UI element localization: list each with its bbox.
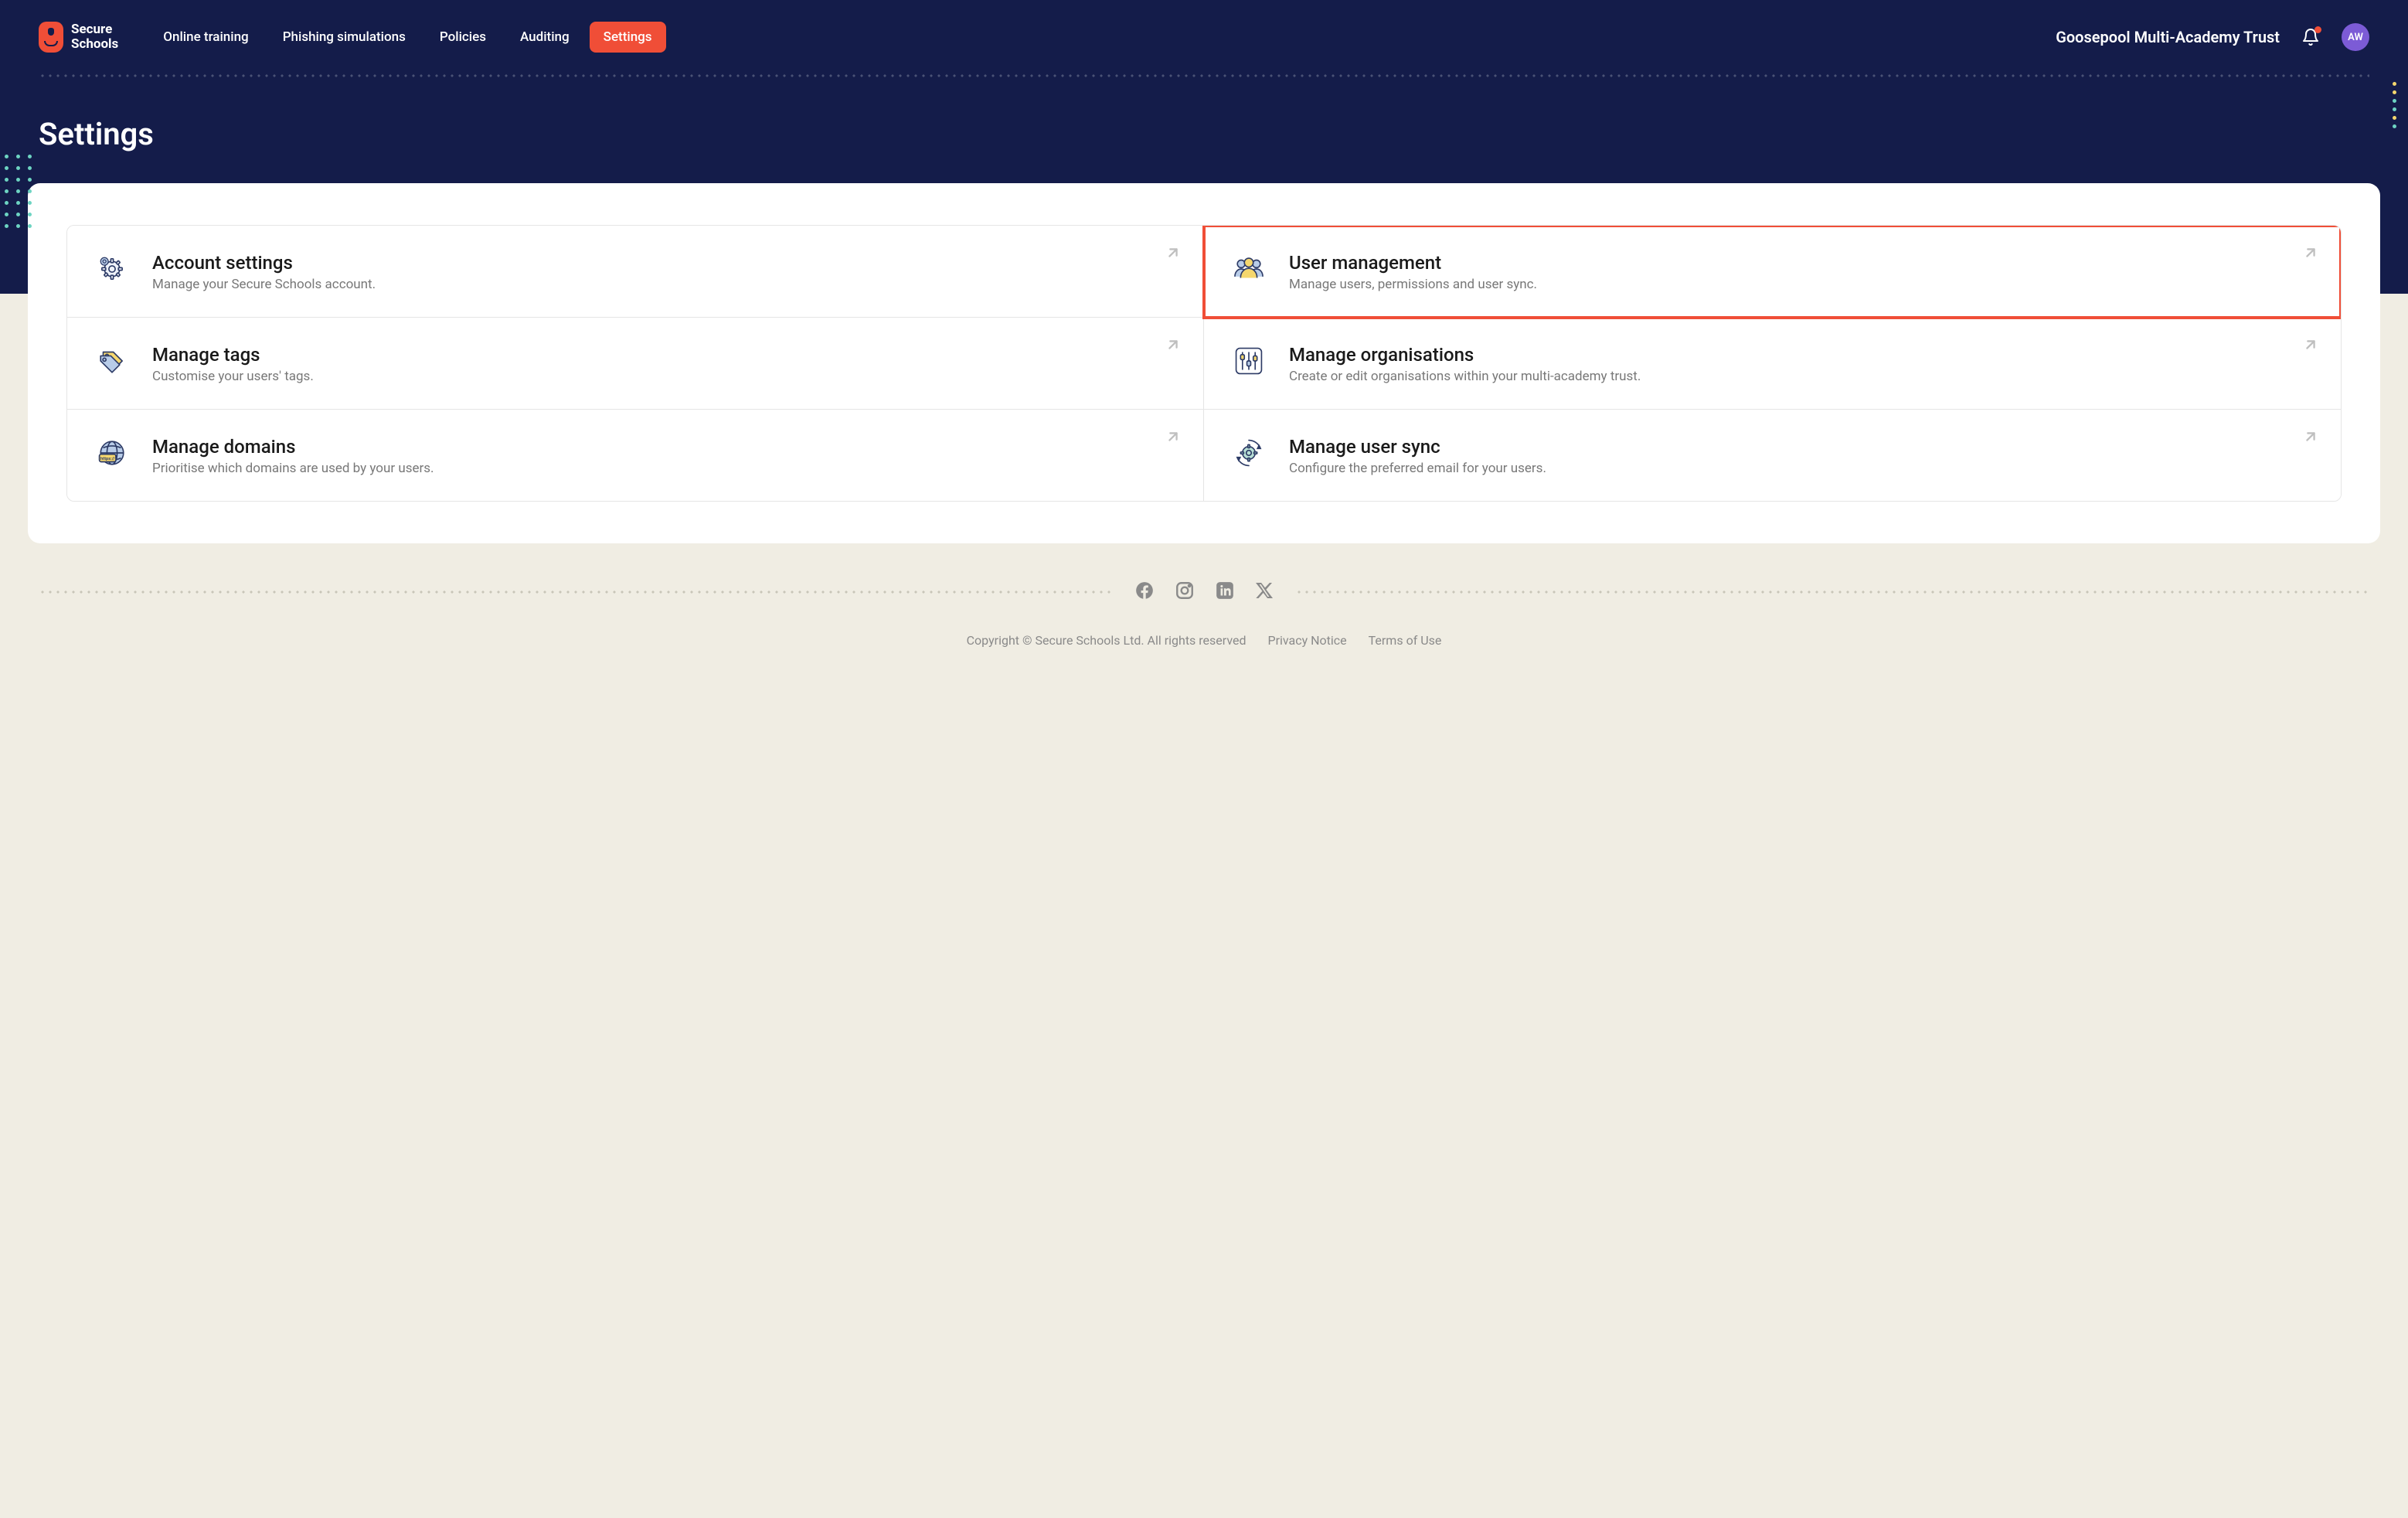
tile-title: Manage tags [152, 344, 1177, 366]
nav-item-auditing[interactable]: Auditing [506, 22, 583, 53]
tile-description: Configure the preferred email for your u… [1289, 461, 2314, 476]
page-title: Settings [0, 77, 2408, 183]
settings-tile-manage-organisations[interactable]: Manage organisations Create or edit orga… [1204, 318, 2341, 410]
arrow-icon [2302, 428, 2319, 448]
nav-item-online-training[interactable]: Online training [149, 22, 262, 53]
linkedin-icon [1215, 580, 1235, 604]
tile-title: Manage domains [152, 436, 1177, 458]
notifications-button[interactable] [2301, 28, 2320, 46]
tile-description: Manage your Secure Schools account. [152, 277, 1177, 292]
users-icon [1230, 250, 1267, 288]
tile-title: User management [1289, 252, 2314, 274]
arrow-icon [2302, 244, 2319, 264]
decorative-dots-left [0, 155, 32, 228]
x-link[interactable] [1255, 581, 1274, 603]
brand-logo-icon [39, 22, 63, 53]
arrow-icon [1165, 244, 1182, 264]
org-name[interactable]: Goosepool Multi-Academy Trust [2056, 28, 2280, 46]
settings-grid: Account settings Manage your Secure Scho… [66, 225, 2342, 502]
tile-title: Account settings [152, 252, 1177, 274]
tile-description: Prioritise which domains are used by you… [152, 461, 1177, 476]
tile-title: Manage user sync [1289, 436, 2314, 458]
gear-icon [94, 250, 131, 288]
arrow-icon [1165, 428, 1182, 448]
sliders-icon [1230, 342, 1267, 380]
tile-description: Create or edit organisations within your… [1289, 369, 2314, 384]
footer-divider-left [39, 591, 1113, 594]
settings-tile-manage-tags[interactable]: Manage tags Customise your users' tags. [67, 318, 1204, 410]
privacy-link[interactable]: Privacy Notice [1267, 633, 1346, 648]
settings-tile-account-settings[interactable]: Account settings Manage your Secure Scho… [67, 226, 1204, 318]
terms-link[interactable]: Terms of Use [1369, 633, 1442, 648]
nav-items: Online trainingPhishing simulationsPolic… [149, 22, 665, 53]
brand-logo[interactable]: Secure Schools [39, 22, 118, 53]
tile-title: Manage organisations [1289, 344, 2314, 366]
copyright-text: Copyright © Secure Schools Ltd. All righ… [967, 633, 1247, 648]
top-nav: Secure Schools Online trainingPhishing s… [0, 0, 2408, 68]
notification-badge [2314, 26, 2321, 33]
tile-description: Manage users, permissions and user sync. [1289, 277, 2314, 292]
instagram-icon [1175, 580, 1195, 604]
settings-tile-user-management[interactable]: User management Manage users, permission… [1204, 226, 2341, 318]
settings-tile-manage-user-sync[interactable]: Manage user sync Configure the preferred… [1204, 410, 2341, 501]
facebook-icon [1134, 580, 1155, 604]
facebook-link[interactable] [1134, 580, 1155, 604]
tile-description: Customise your users' tags. [152, 369, 1177, 384]
globe-icon [94, 434, 131, 471]
settings-panel: Account settings Manage your Secure Scho… [28, 183, 2380, 543]
tags-icon [94, 342, 131, 380]
arrow-icon [1165, 336, 1182, 356]
linkedin-link[interactable] [1215, 580, 1235, 604]
social-links [1127, 580, 1281, 604]
nav-item-policies[interactable]: Policies [426, 22, 500, 53]
sync-gear-icon [1230, 434, 1267, 471]
footer: Copyright © Secure Schools Ltd. All righ… [0, 580, 2408, 671]
settings-tile-manage-domains[interactable]: Manage domains Prioritise which domains … [67, 410, 1204, 501]
nav-item-settings[interactable]: Settings [590, 22, 666, 53]
avatar[interactable]: AW [2342, 23, 2369, 51]
brand-logo-text: Secure Schools [71, 22, 118, 51]
instagram-link[interactable] [1175, 580, 1195, 604]
arrow-icon [2302, 336, 2319, 356]
footer-divider-right [1295, 591, 2369, 594]
x-icon [1255, 581, 1274, 603]
nav-item-phishing-simulations[interactable]: Phishing simulations [269, 22, 420, 53]
